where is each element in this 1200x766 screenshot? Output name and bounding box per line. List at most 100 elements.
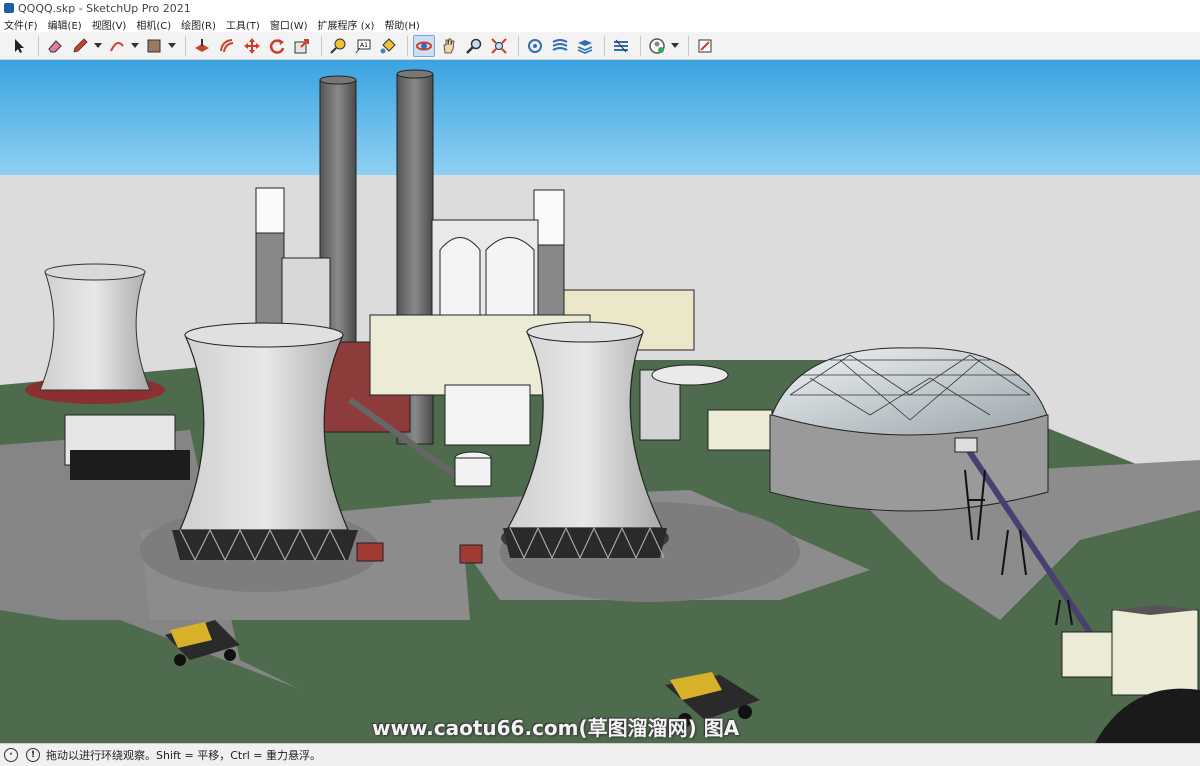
toolbar-separator (518, 35, 519, 56)
pencil-tool-button[interactable] (69, 35, 91, 57)
tape-measure-tool-button[interactable] (327, 35, 349, 57)
menu-view[interactable]: 视图(V) (92, 17, 127, 32)
toolbar-separator (407, 35, 408, 56)
cooling-tower-1-rim (184, 322, 344, 348)
instructor-icon[interactable]: ! (26, 748, 40, 762)
arc-icon (110, 41, 124, 51)
utility-box-2 (459, 544, 483, 564)
layers-icon (577, 39, 593, 54)
stack-3-cap (255, 187, 285, 234)
layers-tool-button[interactable] (574, 35, 596, 57)
warehouse-dropdown[interactable] (671, 35, 679, 57)
select-tool-button[interactable] (8, 35, 30, 57)
push-pull-tool-button[interactable] (191, 35, 213, 57)
conveyor-house (707, 409, 773, 451)
offset-tool-button[interactable] (216, 35, 238, 57)
offset-icon (220, 38, 234, 52)
conveyor-head (954, 437, 978, 453)
transformer-block (444, 384, 531, 446)
pencil-dropdown[interactable] (94, 35, 102, 57)
storage-tank (281, 257, 331, 334)
toolbar-separator (604, 35, 605, 56)
paint-bucket-icon (380, 37, 396, 53)
silo-1 (439, 237, 481, 321)
pencil-icon (73, 37, 88, 53)
chimney-stack-2-top (396, 69, 434, 79)
cooling-tower-1-legs (172, 530, 358, 560)
orbit-tool-button[interactable] (413, 34, 435, 57)
warehouse-tool-button[interactable] (646, 35, 668, 57)
styles-tool-button[interactable] (549, 35, 571, 57)
menu-edit[interactable]: 编辑(E) (48, 17, 82, 32)
3d-viewport[interactable]: www.caotu66.com(草图溜溜网) 图A (0, 60, 1200, 743)
sandbox-tool-button[interactable] (610, 35, 632, 57)
zoom-extents-icon (491, 37, 507, 54)
svg-text:A1: A1 (360, 42, 368, 49)
paint-bucket-tool-button[interactable] (377, 35, 399, 57)
toolbar-separator (38, 35, 39, 56)
crusher-house (1111, 609, 1199, 696)
transformer-bank (70, 450, 190, 480)
text-icon: A1 (355, 39, 371, 53)
power-plant-model[interactable] (0, 60, 1200, 743)
move-tool-button[interactable] (241, 35, 263, 57)
rotate-icon (269, 38, 285, 54)
sky (0, 60, 1200, 175)
extension-icon (698, 39, 712, 52)
toolbar-separator (640, 35, 641, 56)
cooling-tower-2-rim (526, 321, 644, 343)
menu-camera[interactable]: 相机(C) (136, 17, 171, 32)
menu-tools[interactable]: 工具(T) (226, 17, 260, 32)
cooling-tower-2-legs (503, 528, 667, 558)
sketchup-app-icon (4, 3, 14, 13)
menu-window[interactable]: 窗口(W) (270, 17, 308, 32)
eraser-tool-button[interactable] (44, 35, 66, 57)
zoom-extents-tool-button[interactable] (488, 35, 510, 57)
far-cooling-tower (39, 271, 151, 391)
menu-help[interactable]: 帮助(H) (384, 17, 419, 32)
sandbox-icon (614, 39, 628, 52)
water-tank (651, 364, 729, 386)
menu-extensions[interactable]: 扩展程序 (x) (318, 17, 375, 32)
watermark: www.caotu66.com(草图溜溜网) 图A (372, 716, 740, 740)
arc-tool-button[interactable] (106, 35, 128, 57)
geolocation-icon[interactable]: · (4, 748, 18, 762)
components-tool-button[interactable] (524, 35, 546, 57)
warehouse-icon (649, 37, 665, 54)
scale-icon (294, 38, 309, 53)
toolbar-separator (185, 35, 186, 56)
zoom-tool-button[interactable] (463, 35, 485, 57)
pan-icon (443, 38, 455, 53)
toolbar-separator (321, 35, 322, 56)
shape-dropdown[interactable] (168, 35, 176, 57)
toolbar-separator (688, 35, 689, 56)
window-title: QQQQ.skp - SketchUp Pro 2021 (18, 1, 191, 15)
rectangle-icon (147, 39, 161, 52)
menu-file[interactable]: 文件(F) (4, 17, 38, 32)
title-bar: QQQQ.skp - SketchUp Pro 2021 (0, 0, 1200, 16)
menu-bar: 文件(F) 编辑(E) 视图(V) 相机(C) 绘图(R) 工具(T) 窗口(W… (0, 16, 1200, 32)
scale-tool-button[interactable] (291, 35, 313, 57)
move-icon (244, 37, 260, 54)
orbit-icon (416, 41, 432, 50)
rotate-tool-button[interactable] (266, 35, 288, 57)
menu-draw[interactable]: 绘图(R) (181, 17, 216, 32)
arc-dropdown[interactable] (131, 35, 139, 57)
styles-icon (552, 38, 568, 51)
eraser-icon (48, 39, 62, 52)
main-toolbar: A1 (0, 32, 1200, 60)
pipe-tank-body (454, 457, 492, 487)
far-tower-rim (44, 263, 146, 281)
select-icon (15, 38, 24, 53)
text-tool-button[interactable]: A1 (352, 35, 374, 57)
pan-tool-button[interactable] (438, 35, 460, 57)
zoom-icon (466, 38, 482, 54)
tape-measure-icon (330, 38, 346, 54)
extension-tool-button[interactable] (694, 35, 716, 57)
utility-box-1 (356, 542, 384, 562)
status-message: 拖动以进行环绕观察。Shift = 平移，Ctrl = 重力悬浮。 (46, 749, 321, 762)
status-bar: · ! 拖动以进行环绕观察。Shift = 平移，Ctrl = 重力悬浮。 (0, 743, 1200, 766)
silo-2 (485, 237, 535, 321)
rectangle-tool-button[interactable] (143, 35, 165, 57)
components-icon (528, 38, 542, 53)
